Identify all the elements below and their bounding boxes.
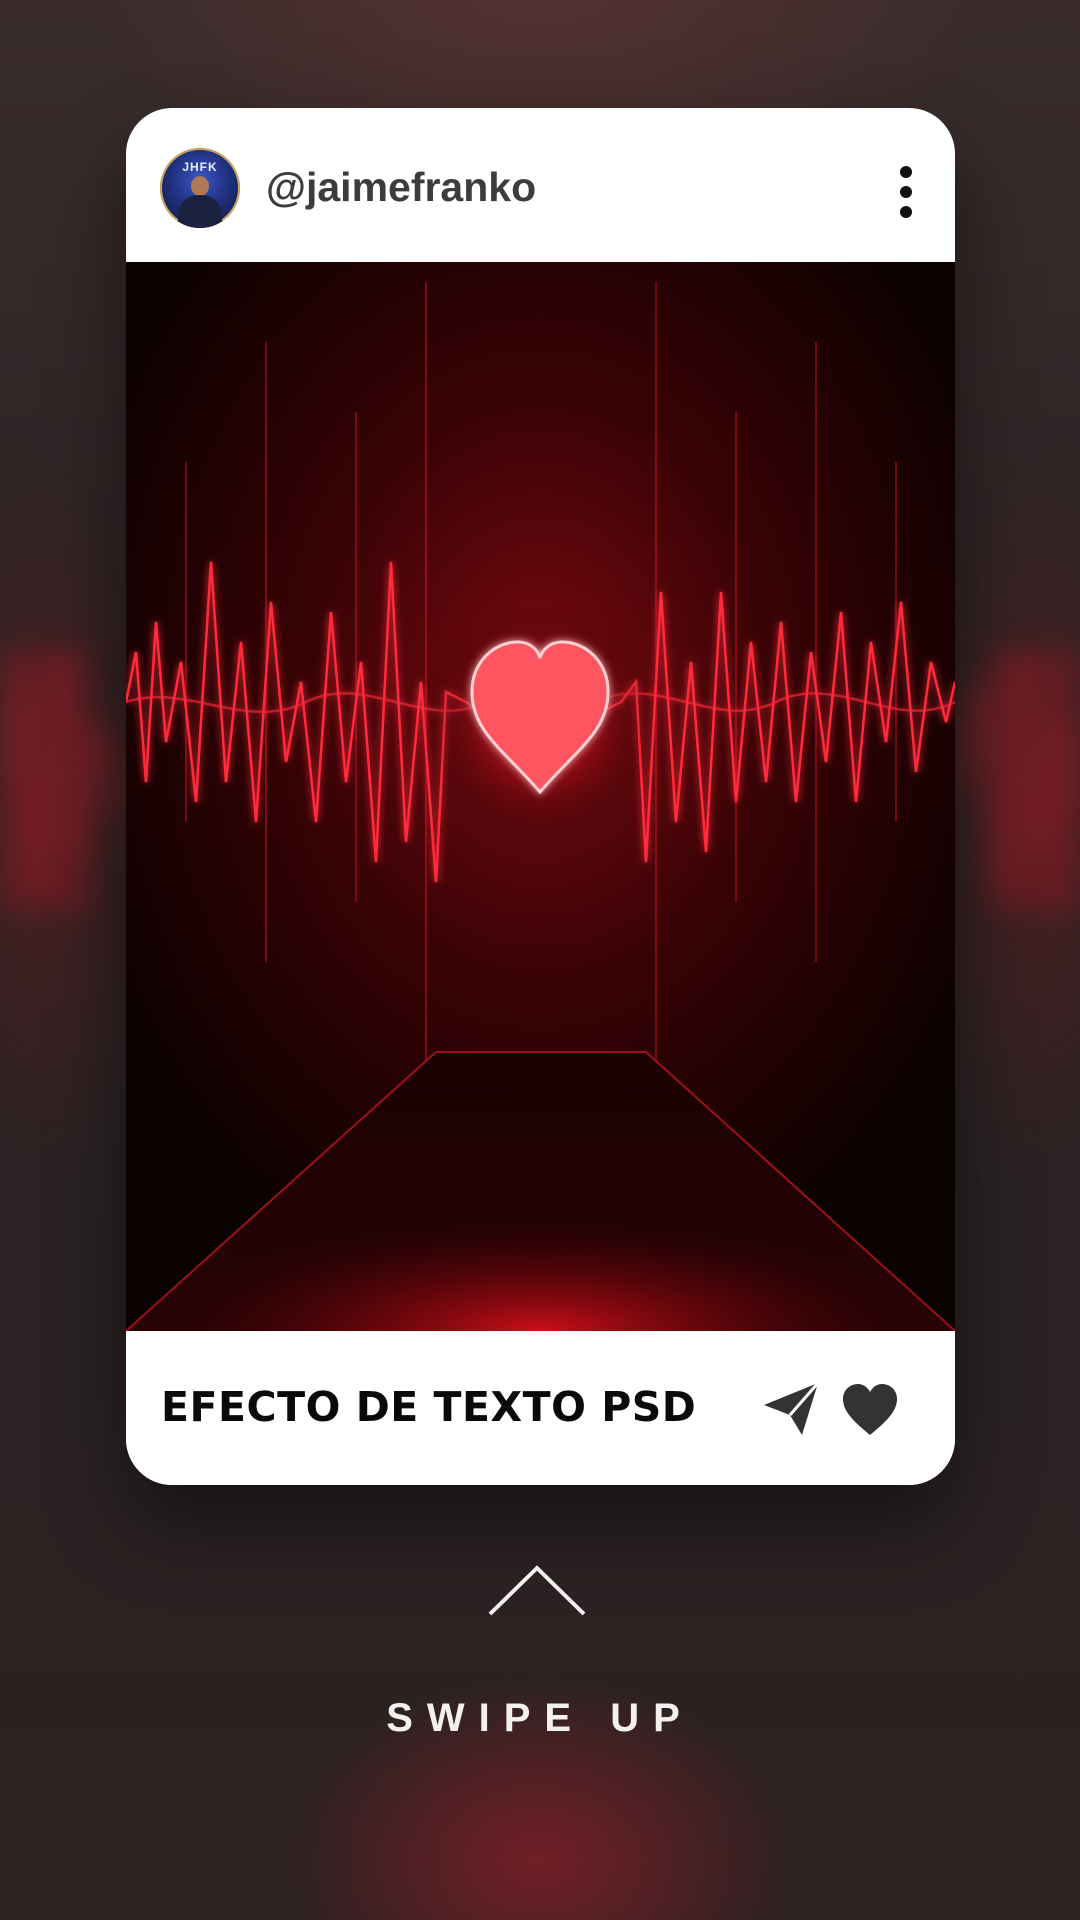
swipe-up-label[interactable]: SWIPE UP	[340, 1690, 740, 1746]
vertical-ellipsis-icon-dot	[900, 186, 912, 198]
vertical-ellipsis-icon-dot	[900, 206, 912, 218]
vertical-ellipsis-icon	[900, 166, 912, 178]
post-header: JHFK @jaimefranko	[126, 108, 955, 262]
heart-icon	[843, 1384, 897, 1435]
share-button[interactable]	[762, 1381, 820, 1437]
avatar[interactable]: JHFK	[160, 148, 240, 228]
post-footer: EFECTO DE TEXTO PSD	[126, 1331, 955, 1485]
chevron-up-icon	[488, 1565, 586, 1616]
paper-plane-icon	[764, 1382, 820, 1435]
avatar-badge-text: JHFK	[182, 160, 218, 174]
avatar-person-head	[191, 176, 209, 196]
more-options-button[interactable]	[892, 160, 920, 224]
avatar-person-body	[178, 195, 222, 228]
username[interactable]: @jaimefranko	[266, 162, 536, 212]
heart-waveform-illustration	[126, 262, 955, 1331]
like-button[interactable]	[841, 1383, 899, 1437]
swipe-up-button[interactable]	[486, 1562, 588, 1618]
post-card: JHFK @jaimefranko EFECTO DE TEXTO PSD	[126, 108, 955, 1485]
post-image[interactable]	[126, 262, 955, 1331]
post-caption: EFECTO DE TEXTO PSD	[161, 1383, 697, 1431]
